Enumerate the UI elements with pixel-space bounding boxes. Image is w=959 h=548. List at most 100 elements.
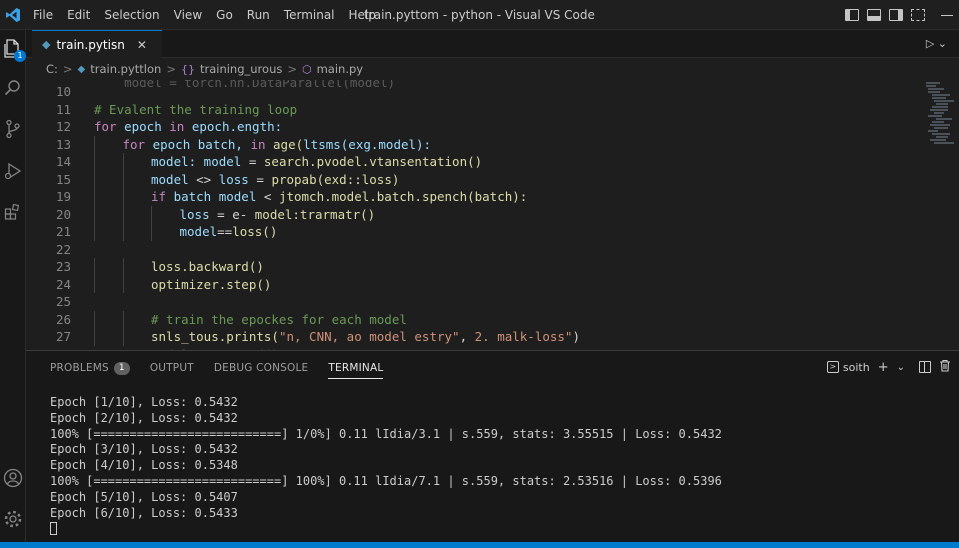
code-text: # Evalent the training loop (94, 101, 297, 119)
indent-guide (94, 205, 95, 223)
terminal-icon: > (826, 361, 839, 373)
code-token: ltsms(exg.model): (303, 136, 432, 152)
code-line: 19 if batch model < jtomch.model.batch.sp… (26, 188, 922, 206)
code-token: search.pvodel.vtansentation() (263, 154, 483, 169)
explorer-icon[interactable]: 1 (2, 38, 26, 62)
code-text: model <> loss = propab(exd::loss) (151, 171, 399, 189)
settings-gear-icon[interactable] (2, 508, 24, 530)
status-bar (0, 542, 959, 548)
code-token: optimizer.step() (151, 276, 272, 292)
new-terminal-icon[interactable]: + (878, 360, 889, 375)
indent-guide (151, 223, 152, 241)
terminal-line: Epoch [4/10], Loss: 0.5348 (50, 458, 238, 473)
minimize-icon[interactable] (941, 14, 953, 16)
menu-view[interactable]: View (167, 0, 209, 30)
indent-guide (151, 205, 152, 223)
line-number: 25 (55, 294, 71, 309)
tab-train-file[interactable]: ◆ train.pytisn ✕ (32, 30, 162, 58)
terminal-output[interactable]: Epoch [1/10], Loss: 0.5432 Epoch [2/10], … (50, 395, 950, 537)
line-number: 24 (55, 276, 71, 292)
line-number: 27 (55, 329, 71, 344)
indent-guide (122, 205, 124, 223)
close-tab-icon[interactable]: ✕ (137, 38, 147, 52)
minimap-line (928, 91, 940, 93)
code-line: 25 (26, 293, 922, 311)
code-token: ) (572, 329, 580, 344)
code-token: loss (179, 206, 218, 222)
terminal-name: soith (842, 360, 870, 374)
split-terminal-icon[interactable] (919, 361, 931, 373)
menu-go[interactable]: Go (209, 0, 240, 30)
terminal-line: Epoch [5/10], Loss: 0.5407 (50, 489, 238, 504)
terminal-dropdown-icon[interactable]: ⌄ (897, 362, 905, 373)
terminal-cursor (50, 522, 57, 536)
code-token: if (151, 189, 174, 204)
extensions-icon[interactable] (2, 201, 24, 223)
breadcrumb: C: > ◆ train.pyttlon > {} training_urous… (26, 58, 959, 80)
explorer-badge: 1 (14, 50, 26, 62)
indent-guide (94, 258, 95, 276)
code-line: 10 (26, 83, 922, 101)
indent-guide (122, 153, 124, 171)
code-token: batch model (173, 189, 264, 204)
code-text: loss.backward() (151, 258, 264, 276)
minimap-line (934, 112, 944, 114)
menu-file[interactable]: File (26, 0, 60, 30)
code-line: 14 model: model = search.pvodel.vtansenta… (26, 153, 922, 171)
toggle-secondary-sidebar-icon[interactable] (889, 9, 903, 21)
search-icon[interactable] (2, 77, 24, 99)
breadcrumb-item-file[interactable]: train.pyttlon (90, 62, 161, 76)
tab-output[interactable]: OUTPUT (150, 351, 194, 385)
indent-guide (122, 275, 124, 293)
breadcrumb-item-folder[interactable]: training_urous (200, 62, 282, 76)
tab-problems-label: PROBLEMS (50, 362, 109, 374)
menu-run[interactable]: Run (240, 0, 277, 30)
minimap-line (934, 100, 954, 102)
tab-problems[interactable]: PROBLEMS 1 (50, 351, 130, 385)
line-number: 23 (55, 259, 71, 274)
terminal-line: Epoch [1/10], Loss: 0.5432 (50, 395, 238, 409)
menu-selection[interactable]: Selection (97, 0, 166, 30)
breadcrumb-item-module[interactable]: main.py (317, 62, 364, 76)
vscode-logo-icon (0, 0, 26, 30)
minimap[interactable] (922, 80, 959, 350)
code-line: 15 model <> loss = propab(exd::loss) (26, 170, 922, 189)
panel-tabs: PROBLEMS 1 OUTPUT DEBUG CONSOLE TERMINAL (26, 351, 384, 385)
menu-help[interactable]: Help (342, 0, 383, 30)
breadcrumb-separator: > (62, 62, 73, 76)
run-python-file-icon[interactable]: ▷ ⌄ (926, 37, 947, 50)
code-line: 11 # Evalent the training loop (26, 101, 922, 119)
minimap-line (926, 85, 936, 87)
toggle-panel-icon[interactable] (867, 9, 881, 21)
terminal-prompt[interactable] (50, 521, 950, 537)
customize-layout-icon[interactable] (911, 9, 925, 21)
terminal-line: Epoch [6/10], Loss: 0.5433 (50, 505, 238, 520)
indent-guide (94, 170, 95, 188)
indent-guide (94, 188, 95, 206)
python-file-icon: ◆ (42, 38, 51, 51)
code-token: model:trarmatr() (254, 206, 376, 222)
menu-edit[interactable]: Edit (60, 0, 97, 30)
code-token: for (94, 119, 125, 134)
code-token: jtomch.model.batch.spench(batch): (278, 189, 528, 204)
terminal-selector[interactable]: > soith (826, 360, 870, 374)
source-control-icon[interactable] (2, 118, 24, 140)
breadcrumb-drive[interactable]: C: (46, 62, 58, 76)
code-token: snls_tous.prints( (151, 329, 279, 344)
tab-terminal[interactable]: TERMINAL (328, 357, 384, 379)
indent-guide (94, 275, 95, 293)
code-line: 26 # train the epockes for each model (26, 310, 922, 328)
menu-terminal[interactable]: Terminal (277, 0, 342, 30)
run-debug-icon[interactable] (2, 160, 24, 182)
kill-terminal-icon[interactable] (939, 359, 951, 375)
code-editor[interactable]: model = torch.nn.DataParallel(model) 10 1… (26, 80, 922, 350)
indent-guide (94, 135, 95, 153)
problems-count-badge: 1 (113, 361, 130, 375)
symbol-namespace-icon: {} (180, 62, 195, 76)
tab-debug-console[interactable]: DEBUG CONSOLE (214, 351, 309, 385)
account-icon[interactable] (2, 467, 24, 489)
toggle-sidebar-icon[interactable] (845, 9, 859, 21)
code-text: model: model = search.pvodel.vtansentati… (151, 153, 482, 171)
line-number: 20 (55, 206, 71, 222)
tab-label: train.pytisn (56, 37, 125, 52)
